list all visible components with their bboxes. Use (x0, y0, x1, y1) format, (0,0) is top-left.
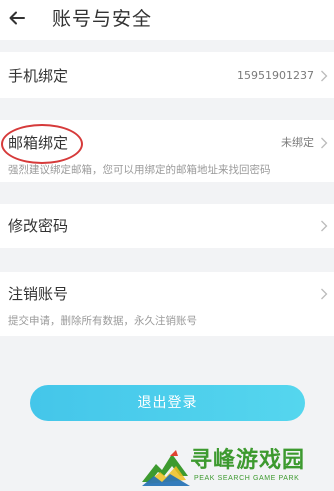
phone-binding-row[interactable]: 手机绑定 15951901237 (0, 52, 334, 98)
annotation-ring (1, 124, 83, 164)
watermark: 寻峰游戏园 PEAK SEARCH GAME PARK (140, 446, 330, 488)
email-binding-description: 强烈建议绑定邮箱，您可以用绑定的邮箱地址来找回密码 (8, 164, 271, 176)
cancel-account-label: 注销账号 (8, 285, 69, 303)
cancel-account-description: 提交申请，删除所有数据，永久注销账号 (8, 315, 197, 327)
chevron-right-icon (321, 220, 328, 232)
page-title: 账号与安全 (52, 8, 153, 30)
chevron-right-icon (321, 288, 328, 300)
watermark-title: 寻峰游戏园 (190, 448, 306, 473)
phone-binding-label: 手机绑定 (8, 67, 69, 85)
change-password-label: 修改密码 (8, 217, 69, 235)
watermark-subtitle: PEAK SEARCH GAME PARK (194, 475, 300, 482)
logout-button[interactable]: 退出登录 (30, 385, 305, 421)
phone-number-value: 15951901237 (237, 69, 314, 82)
arrow-left-icon[interactable] (8, 9, 26, 27)
cancel-account-row[interactable]: 注销账号 提交申请，删除所有数据，永久注销账号 (0, 272, 334, 336)
change-password-row[interactable]: 修改密码 (0, 204, 334, 248)
chevron-right-icon (321, 70, 328, 82)
top-bar: 账号与安全 (0, 0, 334, 40)
email-status-value: 未绑定 (281, 136, 314, 149)
mountain-logo-icon (142, 450, 190, 486)
chevron-right-icon (321, 137, 328, 149)
